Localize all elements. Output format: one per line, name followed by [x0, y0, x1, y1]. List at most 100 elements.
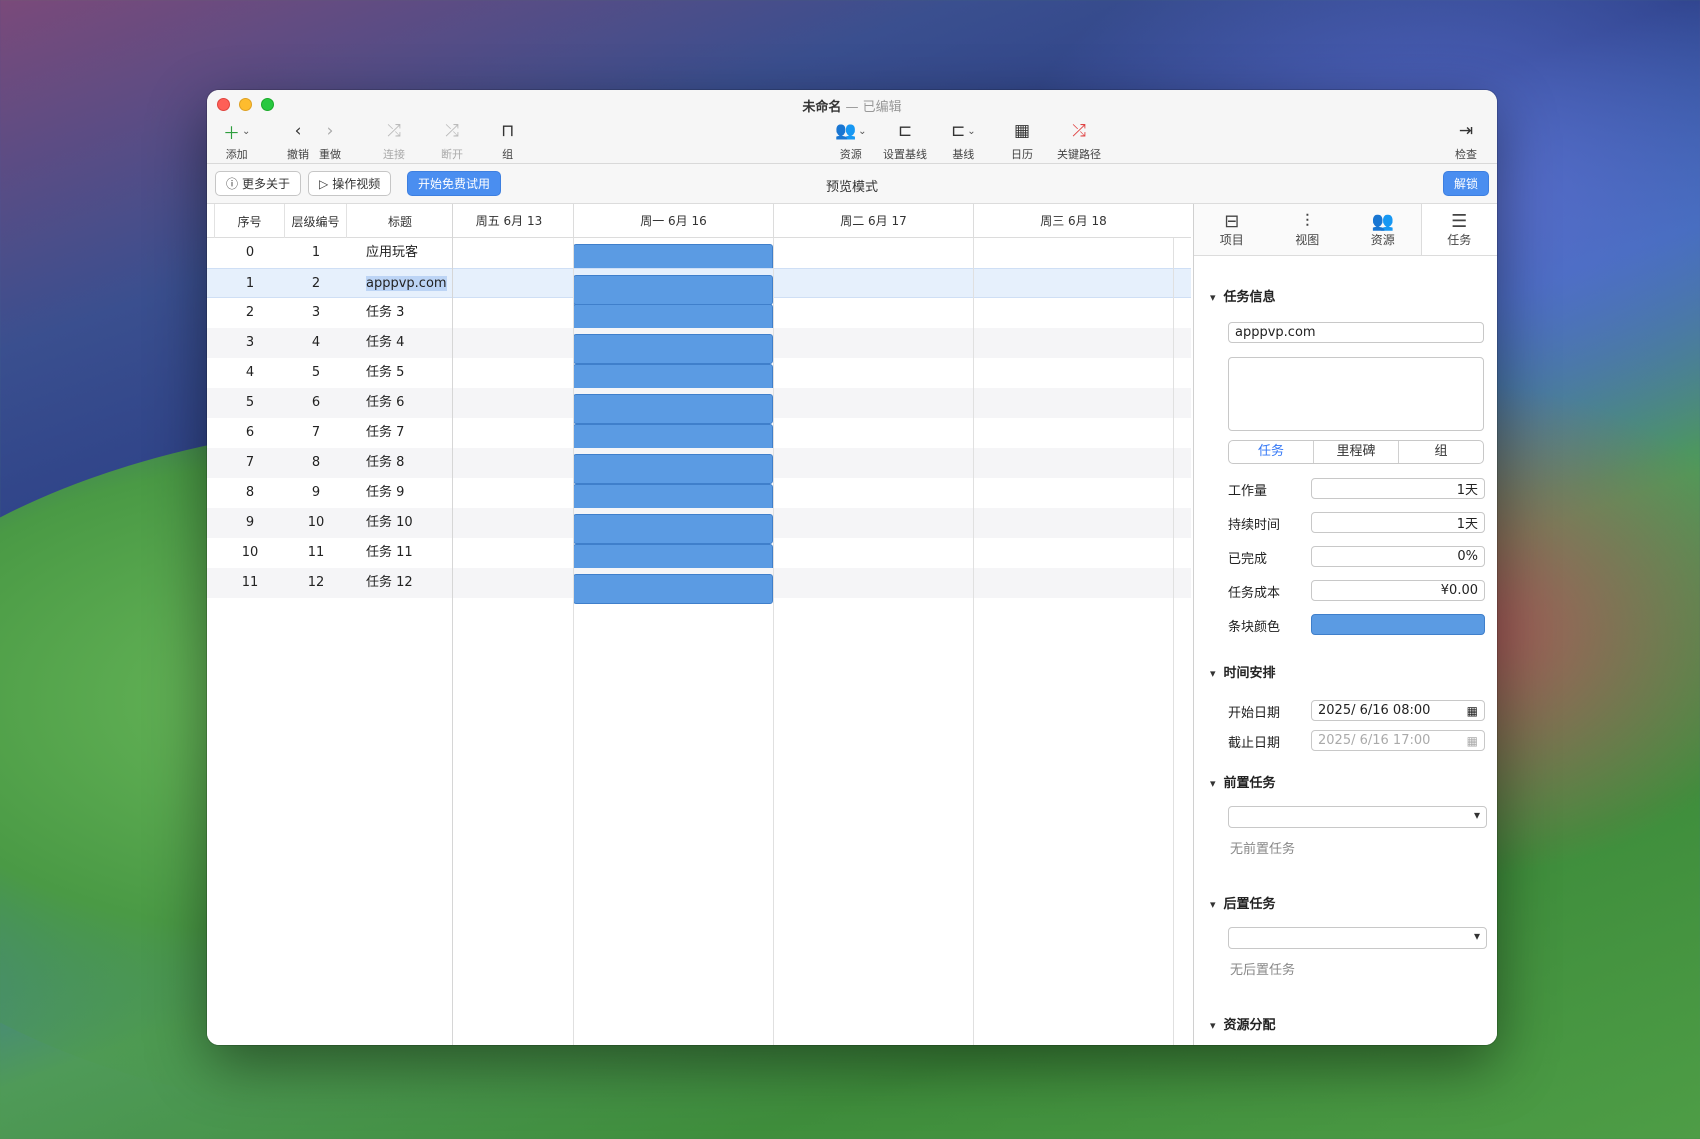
cost-field[interactable]: ¥0.00 — [1311, 580, 1485, 601]
column-header-level[interactable]: 层级编号 — [285, 204, 347, 238]
day-divider — [973, 238, 974, 1045]
table-row[interactable]: 11 12 任务 12 — [207, 568, 452, 598]
titlebar: 未命名 — 已编辑 ＋ ⌄ 添加 ‹ 撤销 › 重做 ⤮ 连接 ⤮ 断开 ⊓ 组 … — [207, 90, 1497, 164]
section-schedule[interactable]: 时间安排 — [1210, 662, 1276, 681]
section-resources[interactable]: 资源分配 — [1210, 1014, 1276, 1033]
column-header-seq[interactable]: 序号 — [215, 204, 285, 238]
table-row[interactable]: 6 7 任务 7 — [207, 418, 452, 448]
table-row[interactable]: 7 8 任务 8 — [207, 448, 452, 478]
predecessor-dropdown[interactable] — [1228, 806, 1487, 828]
task-name-field[interactable]: apppvp.com — [1228, 322, 1484, 343]
cell-title[interactable]: apppvp.com — [366, 269, 456, 299]
table-row[interactable]: 2 3 任务 3 — [207, 298, 452, 328]
cell-level: 6 — [311, 395, 321, 410]
cell-title[interactable]: 任务 3 — [366, 298, 456, 328]
table-row[interactable]: 0 1 应用玩客 — [207, 238, 452, 268]
cell-level: 2 — [311, 276, 321, 291]
unlock-button[interactable]: 解锁 — [1442, 171, 1489, 196]
cell-seq: 5 — [245, 395, 255, 410]
gantt-row — [453, 478, 1191, 514]
day-header: 周五 6月 13 — [475, 214, 543, 228]
gantt-row — [453, 328, 1191, 364]
section-predecessors[interactable]: 前置任务 — [1210, 772, 1276, 791]
gantt-row — [453, 508, 1191, 544]
cell-level: 1 — [311, 245, 321, 260]
add-button[interactable]: ＋ ⌄ 添加 — [223, 120, 250, 162]
no-successor-text: 无后置任务 — [1230, 963, 1296, 978]
cell-title[interactable]: 应用玩客 — [366, 238, 456, 268]
cell-level: 11 — [307, 545, 325, 560]
gantt-row — [453, 268, 1191, 305]
column-header-title[interactable]: 标题 — [347, 204, 453, 238]
inspector-tabs: ⊟ 项目 ⫶ 视图 👥 资源 ☰ 任务 — [1194, 204, 1497, 256]
gantt-row — [453, 298, 1191, 334]
tab-project[interactable]: ⊟ 项目 — [1194, 204, 1270, 255]
cell-title[interactable]: 任务 12 — [366, 568, 456, 598]
tab-task[interactable]: ☰ 任务 — [1420, 204, 1497, 255]
table-row[interactable]: 1 2 apppvp.com — [207, 268, 452, 298]
successor-dropdown[interactable] — [1228, 927, 1487, 949]
complete-field[interactable]: 0% — [1311, 546, 1485, 567]
end-date-field[interactable]: 2025/ 6/16 17:00 ▦ — [1311, 730, 1485, 751]
group-icon: ⊓ — [501, 121, 515, 141]
segment-task[interactable]: 任务 — [1229, 441, 1314, 463]
cell-seq: 10 — [241, 545, 259, 560]
gantt-row — [453, 358, 1191, 394]
cell-title[interactable]: 任务 5 — [366, 358, 456, 388]
table-row[interactable]: 10 11 任务 11 — [207, 538, 452, 568]
cell-seq: 9 — [245, 515, 255, 530]
mode-label: 预览模式 — [825, 180, 878, 195]
section-successors[interactable]: 后置任务 — [1210, 893, 1276, 912]
cell-seq: 4 — [245, 365, 255, 380]
resource-button[interactable]: 👥 ⌄ 资源 — [835, 120, 867, 162]
unlink-button[interactable]: ⤮ 断开 — [441, 120, 463, 162]
table-row[interactable]: 5 6 任务 6 — [207, 388, 452, 418]
redo-button[interactable]: › 重做 — [319, 120, 341, 162]
link-button[interactable]: ⤮ 连接 — [383, 120, 405, 162]
day-header: 周三 6月 18 — [973, 204, 1173, 238]
bar-color-well[interactable] — [1311, 614, 1485, 635]
cell-title[interactable]: 任务 11 — [366, 538, 456, 568]
section-task-info[interactable]: 任务信息 — [1210, 286, 1276, 305]
cell-seq: 8 — [245, 485, 255, 500]
baseline-icon: ⊏ ⌄ — [951, 121, 976, 141]
baseline-button[interactable]: ⊏ ⌄ 基线 — [951, 120, 976, 162]
segment-group[interactable]: 组 — [1399, 441, 1483, 463]
cell-title[interactable]: 任务 6 — [366, 388, 456, 418]
critical-path-button[interactable]: ⤮ 关键路径 — [1057, 120, 1101, 162]
gantt-header: 周五 6月 13 周一 6月 16 周二 6月 17 周三 6月 18 — [453, 204, 1191, 238]
window-title: 未命名 — 已编辑 — [802, 100, 902, 115]
cell-title[interactable]: 任务 4 — [366, 328, 456, 358]
task-bar[interactable] — [573, 574, 773, 604]
table-row[interactable]: 3 4 任务 4 — [207, 328, 452, 358]
cell-seq: 6 — [245, 425, 255, 440]
tab-resource[interactable]: 👥 资源 — [1345, 204, 1421, 255]
cell-level: 9 — [311, 485, 321, 500]
table-header: 序号 层级编号 标题 — [207, 204, 452, 238]
duration-field[interactable]: 1天 — [1311, 512, 1485, 533]
calendar-icon[interactable]: ▦ — [1467, 704, 1478, 718]
gantt-row — [453, 238, 1191, 274]
start-date-field[interactable]: 2025/ 6/16 08:00 ▦ — [1311, 700, 1485, 721]
undo-button[interactable]: ‹ 撤销 — [287, 120, 309, 162]
cell-title[interactable]: 任务 10 — [366, 508, 456, 538]
table-row[interactable]: 9 10 任务 10 — [207, 508, 452, 538]
table-row[interactable]: 8 9 任务 9 — [207, 478, 452, 508]
inspect-button[interactable]: ⇥ 检查 — [1455, 120, 1477, 162]
set-baseline-button[interactable]: ⊏ 设置基线 — [883, 120, 927, 162]
calendar-icon[interactable]: ▦ — [1467, 734, 1478, 748]
tab-view[interactable]: ⫶ 视图 — [1270, 204, 1346, 255]
segment-milestone[interactable]: 里程碑 — [1314, 441, 1399, 463]
calendar-button[interactable]: ▦ 日历 — [1011, 120, 1033, 162]
task-notes-field[interactable] — [1228, 357, 1484, 431]
cell-title[interactable]: 任务 9 — [366, 478, 456, 508]
work-field[interactable]: 1天 — [1311, 478, 1485, 499]
gantt-row — [453, 448, 1191, 484]
cell-title[interactable]: 任务 8 — [366, 448, 456, 478]
shuffle-icon: ⤮ — [387, 121, 401, 141]
table-row[interactable]: 4 5 任务 5 — [207, 358, 452, 388]
group-button[interactable]: ⊓ 组 — [501, 120, 514, 162]
column-header-truncated — [207, 204, 215, 238]
end-date-label: 截止日期 — [1228, 736, 1281, 751]
cell-title[interactable]: 任务 7 — [366, 418, 456, 448]
